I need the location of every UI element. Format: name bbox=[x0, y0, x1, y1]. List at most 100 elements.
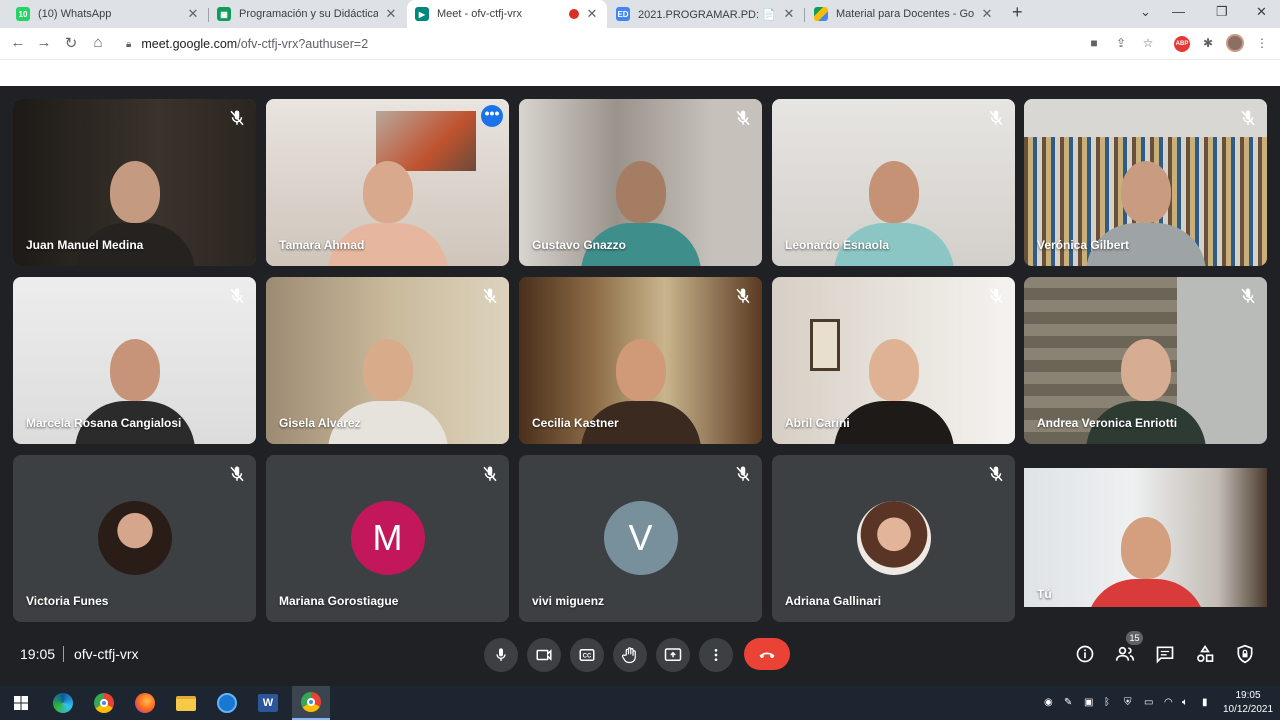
participant-tile[interactable]: Adriana Gallinari bbox=[772, 455, 1015, 622]
close-tab-icon[interactable]: ✕ bbox=[782, 6, 796, 22]
participant-tile[interactable]: Gisela Alvarez bbox=[266, 277, 509, 444]
firefox-icon[interactable] bbox=[132, 690, 158, 716]
close-tab-icon[interactable]: ✕ bbox=[585, 6, 599, 22]
chat-button[interactable] bbox=[1153, 642, 1177, 666]
mic-off-icon bbox=[1241, 288, 1255, 304]
tray-app-icon[interactable]: ◉ bbox=[1044, 697, 1053, 708]
close-window-button[interactable]: ✕ bbox=[1256, 4, 1267, 20]
adblock-icon[interactable]: ABP bbox=[1174, 36, 1190, 52]
ed-icon: ED bbox=[616, 7, 630, 21]
svg-text:CC: CC bbox=[583, 654, 592, 660]
chrome-icon[interactable] bbox=[91, 690, 117, 716]
shield-lock-icon bbox=[1237, 644, 1253, 664]
volume-icon[interactable]: 🔈︎ bbox=[1182, 697, 1188, 708]
more-options-icon[interactable]: ••• bbox=[481, 105, 503, 127]
participant-name: Adriana Gallinari bbox=[785, 594, 882, 608]
tray-mic-icon[interactable]: ▮ bbox=[1202, 697, 1208, 708]
mic-off-icon bbox=[483, 466, 497, 482]
participant-initial-avatar: V bbox=[603, 501, 678, 575]
camera-in-use-icon[interactable]: ■ bbox=[1086, 36, 1102, 50]
present-screen-button[interactable] bbox=[656, 638, 690, 672]
lock-icon[interactable]: 🔒︎ bbox=[126, 39, 131, 50]
back-icon[interactable]: ← bbox=[8, 34, 28, 51]
participant-name: Tamara Ahmad bbox=[279, 238, 365, 252]
new-tab-button[interactable]: + bbox=[1012, 2, 1023, 23]
bookmark-star-icon[interactable]: ☆ bbox=[1140, 36, 1156, 50]
participant-tile[interactable]: M Mariana Gorostiague bbox=[266, 455, 509, 622]
host-controls-button[interactable] bbox=[1233, 642, 1257, 666]
tab-sheets[interactable]: ▦ Programación y su Didáctica - Inf ✕ bbox=[209, 0, 406, 28]
tab-drive[interactable]: Material para Docentes - Google ✕ bbox=[806, 0, 1002, 28]
tray-app-icon[interactable]: ▣ bbox=[1084, 697, 1093, 708]
activities-icon bbox=[1197, 644, 1214, 662]
tab-search-icon[interactable]: ⌄ bbox=[1140, 4, 1151, 20]
participant-name: Cecilia Kastner bbox=[532, 416, 619, 430]
participant-tile[interactable]: Victoria Funes bbox=[13, 455, 256, 622]
tray-pen-icon[interactable]: ✎ bbox=[1064, 697, 1072, 708]
windows-start-icon[interactable] bbox=[8, 690, 34, 716]
participant-tile[interactable]: V vivi miguenz bbox=[519, 455, 762, 622]
maximize-button[interactable]: ❐ bbox=[1216, 4, 1228, 20]
minimize-button[interactable]: — bbox=[1172, 4, 1185, 19]
mic-off-icon bbox=[736, 466, 750, 482]
captions-button[interactable]: CC bbox=[570, 638, 604, 672]
file-explorer-icon[interactable] bbox=[173, 690, 199, 716]
reload-icon[interactable]: ↻ bbox=[61, 34, 81, 52]
meet-icon: ▶ bbox=[415, 7, 429, 21]
battery-icon[interactable]: ▭ bbox=[1144, 697, 1153, 708]
participant-tile[interactable]: Juan Manuel Medina bbox=[13, 99, 256, 266]
participant-tile[interactable]: ••• Tamara Ahmad bbox=[266, 99, 509, 266]
bluetooth-icon[interactable]: ᛒ bbox=[1104, 697, 1110, 708]
camera-button[interactable] bbox=[527, 638, 561, 672]
profile-avatar[interactable] bbox=[1226, 34, 1244, 52]
participant-tile[interactable]: Verónica Gilbert bbox=[1024, 99, 1267, 266]
participant-tile[interactable]: Cecilia Kastner bbox=[519, 277, 762, 444]
tab-whatsapp[interactable]: 10 (10) WhatsApp ✕ bbox=[8, 0, 208, 28]
participant-tile[interactable]: Marcela Rosana Cangialosi bbox=[13, 277, 256, 444]
participant-name: Mariana Gorostiague bbox=[279, 594, 399, 608]
info-icon bbox=[1076, 645, 1094, 663]
home-icon[interactable]: ⌂ bbox=[88, 34, 108, 51]
participant-tile[interactable]: Leonardo Esnaola bbox=[772, 99, 1015, 266]
chrome-active-icon[interactable] bbox=[292, 686, 330, 720]
tab-meet[interactable]: ▶ Meet - ofv-ctfj-vrx ✕ bbox=[407, 0, 607, 28]
extensions-icon[interactable]: ✱ bbox=[1200, 36, 1216, 50]
mic-off-icon bbox=[989, 110, 1003, 126]
participant-count-badge: 15 bbox=[1126, 631, 1143, 645]
system-clock[interactable]: 19:05 10/12/2021 bbox=[1222, 689, 1274, 717]
mail-icon[interactable] bbox=[214, 690, 240, 716]
edge-icon[interactable] bbox=[50, 690, 76, 716]
raise-hand-button[interactable] bbox=[613, 638, 647, 672]
self-view-tile[interactable]: Tú bbox=[1024, 468, 1267, 607]
defender-icon[interactable]: ⛨ bbox=[1124, 697, 1132, 708]
share-icon[interactable]: ⇪ bbox=[1113, 36, 1129, 50]
participant-name: Abril Carini bbox=[785, 416, 850, 430]
page-top-band bbox=[0, 60, 1280, 86]
more-vert-icon bbox=[714, 649, 718, 661]
close-tab-icon[interactable]: ✕ bbox=[980, 6, 994, 22]
participant-initial-avatar: M bbox=[350, 501, 425, 575]
tab-programar[interactable]: ED 2021.PROGRAMAR.PD: 📄 Repas ✕ bbox=[608, 0, 804, 28]
participant-avatar bbox=[97, 501, 172, 575]
participants-button[interactable] bbox=[1113, 642, 1137, 666]
mic-off-icon bbox=[230, 110, 244, 126]
mic-off-icon bbox=[483, 288, 497, 304]
close-tab-icon[interactable]: ✕ bbox=[384, 6, 398, 22]
more-options-button[interactable] bbox=[699, 638, 733, 672]
mic-off-icon bbox=[736, 110, 750, 126]
leave-call-button[interactable] bbox=[744, 638, 790, 670]
word-icon[interactable]: W bbox=[255, 690, 281, 716]
participant-tile[interactable]: Andrea Veronica Enriotti bbox=[1024, 277, 1267, 444]
meeting-details-button[interactable] bbox=[1073, 642, 1097, 666]
address-bar[interactable]: 🔒︎ meet.google.com/ofv-ctfj-vrx?authuser… bbox=[116, 31, 1166, 57]
participant-tile[interactable]: Abril Carini bbox=[772, 277, 1015, 444]
close-tab-icon[interactable]: ✕ bbox=[186, 6, 200, 22]
mic-off-icon bbox=[230, 288, 244, 304]
activities-button[interactable] bbox=[1193, 642, 1217, 666]
microphone-button[interactable] bbox=[484, 638, 518, 672]
forward-icon[interactable]: → bbox=[34, 34, 54, 51]
mic-off-icon bbox=[736, 288, 750, 304]
wifi-icon[interactable]: ◠ bbox=[1164, 697, 1173, 708]
menu-icon[interactable]: ⋮ bbox=[1254, 36, 1270, 50]
participant-tile[interactable]: Gustavo Gnazzo bbox=[519, 99, 762, 266]
